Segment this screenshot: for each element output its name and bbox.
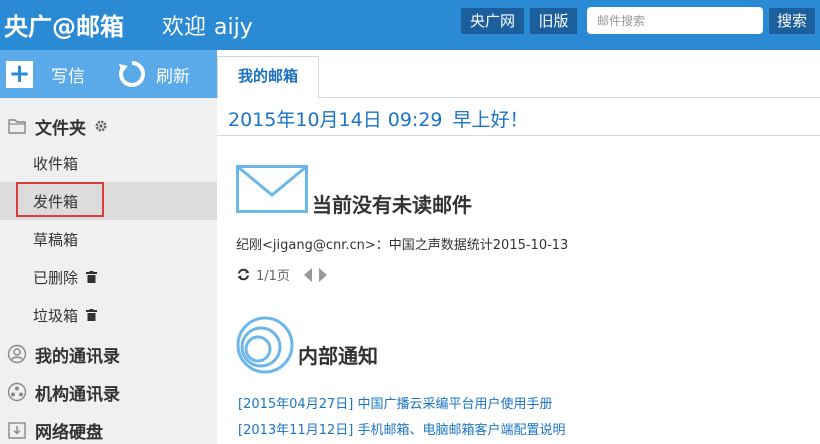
notice-title: 内部通知 xyxy=(298,344,378,368)
sidebar-item-label: 已删除 xyxy=(33,268,79,287)
reload-icon[interactable] xyxy=(237,268,250,281)
welcome-label: 欢迎 xyxy=(162,15,207,40)
search-button[interactable]: 搜索 xyxy=(769,8,815,34)
refresh-button[interactable]: 刷新 xyxy=(118,50,190,98)
current-date: 2015年10月14日 09:29 xyxy=(228,109,443,131)
sidebar-item-label: 收件箱 xyxy=(33,154,79,173)
gear-icon[interactable] xyxy=(94,119,108,133)
tab-my-mailbox[interactable]: 我的邮箱 xyxy=(217,56,319,99)
sidebar-item-label: 垃圾箱 xyxy=(33,306,79,325)
plus-icon: + xyxy=(6,60,33,88)
sidebar-item-label: 草稿箱 xyxy=(33,230,79,249)
welcome-text: 欢迎 aijy xyxy=(162,9,253,41)
greeting-text: 早上好！ xyxy=(452,109,529,131)
date-greeting: 2015年10月14日 09:29 早上好！ xyxy=(228,105,529,132)
sidebar-item-outbox[interactable]: 发件箱 xyxy=(0,182,217,220)
organization-icon xyxy=(7,382,27,402)
old-version-button[interactable]: 旧版 xyxy=(530,8,577,34)
next-page-icon[interactable] xyxy=(318,267,327,282)
notice-link[interactable]: [2015年04月27日] 中国广播云采编平台用户使用手册 xyxy=(238,393,552,412)
recent-mail-link[interactable]: 纪刚<jigang@cnr.cn>：中国之声数据统计2015-10-13 xyxy=(236,234,568,253)
notice-rings-icon xyxy=(236,316,294,374)
folders-title: 文件夹 xyxy=(35,118,86,139)
sidebar-item-contacts[interactable]: 我的通讯录 xyxy=(0,336,217,372)
sidebar-item-label: 发件箱 xyxy=(33,192,79,211)
tab-bar: 我的邮箱 xyxy=(217,50,820,99)
app-logo: 央广@邮箱 xyxy=(4,13,124,41)
contacts-label: 我的通讯录 xyxy=(35,346,120,367)
header-bar: 央广@邮箱 欢迎 aijy 央广网 旧版 搜索 xyxy=(0,0,820,50)
action-toolbar: + 写信 刷新 xyxy=(0,50,217,98)
sidebar-item-deleted[interactable]: 已删除 xyxy=(0,258,217,296)
sidebar-item-junk[interactable]: 垃圾箱 xyxy=(0,296,217,334)
date-greeting-bar: 2015年10月14日 09:29 早上好！ xyxy=(217,98,820,136)
pager: 1/1页 xyxy=(237,265,327,284)
disk-download-icon xyxy=(8,422,26,439)
mail-search-input[interactable] xyxy=(587,7,763,34)
sidebar-item-org-contacts[interactable]: 机构通讯录 xyxy=(0,374,217,410)
sidebar: 文件夹 收件箱 发件箱 草稿箱 已删除 垃圾箱 我的通讯录 机构通讯录 网络硬盘 xyxy=(0,98,217,444)
person-icon xyxy=(7,344,27,364)
refresh-icon xyxy=(119,61,145,87)
compose-label: 写信 xyxy=(51,66,85,87)
folder-icon xyxy=(8,119,26,134)
trash-icon[interactable] xyxy=(86,309,98,321)
unread-status-title: 当前没有未读邮件 xyxy=(312,193,472,217)
notice-link[interactable]: [2013年11月12日] 手机邮箱、电脑邮箱客户端配置说明 xyxy=(238,419,565,438)
network-disk-label: 网络硬盘 xyxy=(35,422,103,443)
sidebar-item-drafts[interactable]: 草稿箱 xyxy=(0,220,217,258)
sidebar-item-inbox[interactable]: 收件箱 xyxy=(0,144,217,182)
refresh-label: 刷新 xyxy=(156,66,190,87)
compose-button[interactable]: + 写信 xyxy=(6,50,85,98)
cnr-link-button[interactable]: 央广网 xyxy=(461,8,524,34)
trash-icon[interactable] xyxy=(86,271,98,283)
prev-page-icon[interactable] xyxy=(303,267,312,282)
username: aijy xyxy=(214,15,253,40)
sidebar-item-network-disk[interactable]: 网络硬盘 xyxy=(0,412,217,444)
org-contacts-label: 机构通讯录 xyxy=(35,384,120,405)
envelope-icon xyxy=(236,165,308,213)
page-indicator: 1/1页 xyxy=(256,269,290,284)
sidebar-folders-header[interactable]: 文件夹 xyxy=(0,108,217,144)
